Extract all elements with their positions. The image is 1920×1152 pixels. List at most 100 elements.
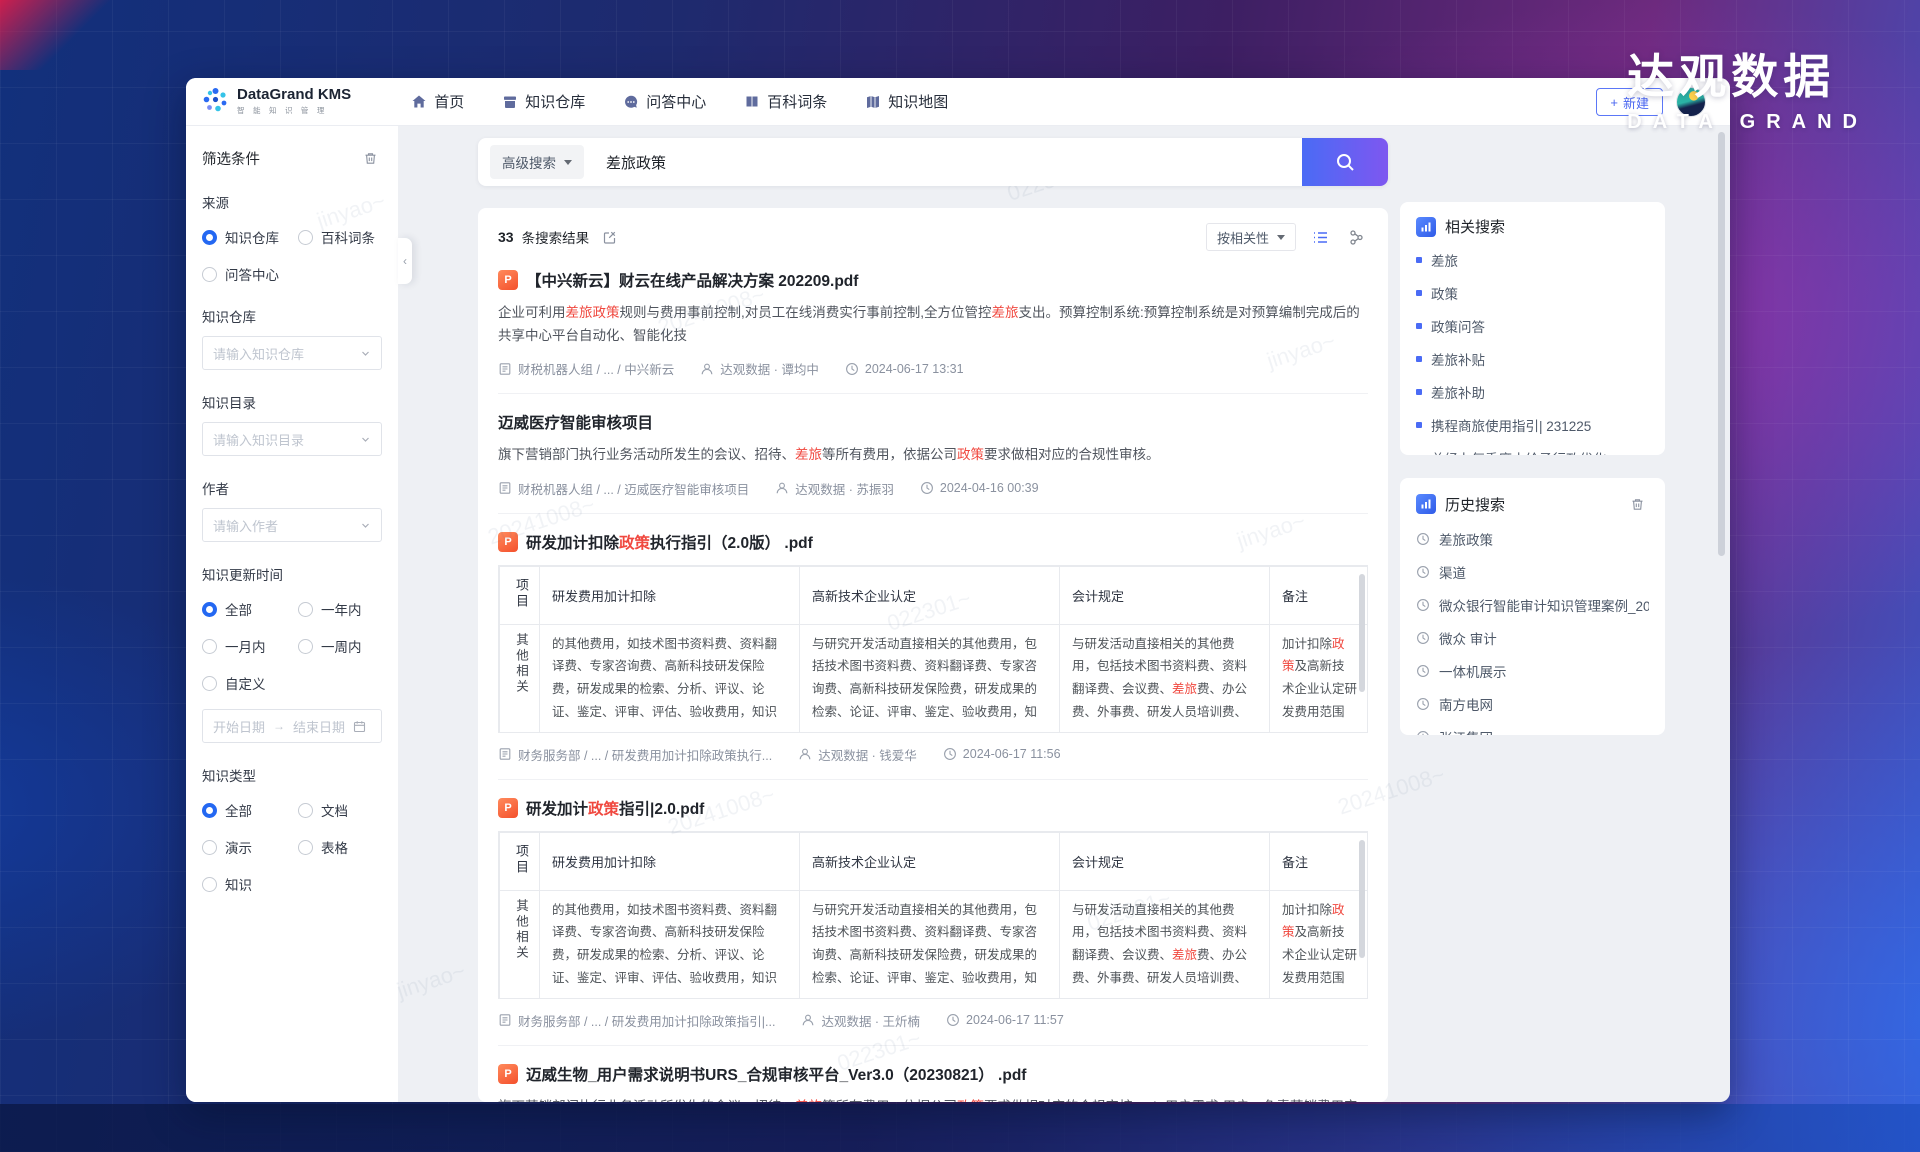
result-item[interactable]: 迈威医疗智能审核项目旗下营销部门执行业务活动所发生的会议、招待、差旅等所有费用，… xyxy=(498,394,1368,513)
table-scrollbar[interactable] xyxy=(1359,840,1365,958)
result-title[interactable]: 迈威医疗智能审核项目 xyxy=(498,411,653,433)
radio-unchecked-icon xyxy=(202,676,217,691)
highlighted-keyword: 差旅 xyxy=(1172,682,1197,696)
result-path-text: 财务服务部 / ... / 研发费用加计扣除政策执行... xyxy=(518,745,772,764)
clock-icon xyxy=(946,1013,960,1027)
nav-item-1[interactable]: 首页 xyxy=(411,91,464,112)
related-search-item[interactable]: 差旅补助 xyxy=(1416,382,1649,402)
table-column-header: 高新技术企业认定 xyxy=(800,832,1060,890)
result-title-row: P研发加计扣除政策执行指引（2.0版） .pdf xyxy=(498,531,1368,553)
user-icon xyxy=(700,362,714,376)
result-time-text: 2024-04-16 00:39 xyxy=(940,481,1039,495)
history-search-item[interactable]: 张江集团 xyxy=(1416,727,1649,735)
result-item[interactable]: P【中兴新云】财云在线产品解决方案 202209.pdf企业可利用差旅政策规则与… xyxy=(498,252,1368,394)
text-segment: 加计扣除 xyxy=(1282,637,1332,651)
table-scrollbar[interactable] xyxy=(1359,574,1365,692)
related-search-item[interactable]: 差旅补贴 xyxy=(1416,349,1649,369)
text-segment: 等所有费用，依据公司 xyxy=(822,1099,957,1102)
table-cell: 与研发活动直接相关的其他费用，包括技术图书资料费、资料翻译费、会议费、差旅费、办… xyxy=(1060,624,1270,733)
search-button[interactable] xyxy=(1302,138,1388,186)
related-search-item[interactable]: 差旅 xyxy=(1416,250,1649,270)
result-title[interactable]: 【中兴新云】财云在线产品解决方案 202209.pdf xyxy=(526,269,858,291)
brand-logo[interactable]: DataGrand KMS 智 能 知 识 管 理 xyxy=(202,86,351,118)
text-segment: 要求做相对应的合规性审核。 xyxy=(984,447,1160,462)
result-path: 财务服务部 / ... / 研发费用加计扣除政策指引|... xyxy=(498,1011,775,1030)
table-column-header: 备注 xyxy=(1270,566,1369,624)
result-snippet: 旗下营销部门执行业务活动所发生的会议、招待、差旅等所有费用，依据公司政策要求做相… xyxy=(498,1095,1368,1102)
time-radio-自定义[interactable]: 自定义 xyxy=(202,673,298,693)
sidebar-collapse-handle[interactable]: ‹ xyxy=(398,238,412,284)
result-time-text: 2024-06-17 11:56 xyxy=(963,747,1061,761)
time-radio-一周内[interactable]: 一周内 xyxy=(298,636,382,656)
advanced-search-dropdown[interactable]: 高级搜索 xyxy=(490,145,584,179)
time-radio-一年内[interactable]: 一年内 xyxy=(298,599,382,619)
sort-dropdown[interactable]: 按相关性 xyxy=(1206,223,1296,251)
text-segment: 的其他费用，如技术图书资料费、资料翻译费、专家咨询费、高新科技研发保险费，研发成… xyxy=(552,903,777,991)
result-meta: 财务服务部 / ... / 研发费用加计扣除政策执行...达观数据 · 钱爱华2… xyxy=(498,745,1368,764)
clear-filters-icon[interactable] xyxy=(358,146,382,170)
text-segment: 研发加计 xyxy=(526,801,588,818)
result-item[interactable]: P研发加计政策指引|2.0.pdf项目研发费用加计扣除高新技术企业认定会计规定备… xyxy=(498,780,1368,1046)
related-search-item[interactable]: 政策 xyxy=(1416,283,1649,303)
type-radio-表格[interactable]: 表格 xyxy=(298,837,382,857)
table-column-header: 备注 xyxy=(1270,832,1369,890)
type-radio-文档[interactable]: 文档 xyxy=(298,800,382,820)
search-input[interactable] xyxy=(606,154,1166,171)
type-radio-演示[interactable]: 演示 xyxy=(202,837,298,857)
result-item[interactable]: P迈威生物_用户需求说明书URS_合规审核平台_Ver3.0（20230821）… xyxy=(498,1046,1368,1102)
list-view-icon[interactable] xyxy=(1308,225,1332,249)
datagrand-logo-cn: 达观数据 xyxy=(1627,38,1868,107)
date-arrow: → xyxy=(273,719,285,733)
directory-select[interactable]: 请输入知识目录 xyxy=(202,422,382,456)
author-select[interactable]: 请输入作者 xyxy=(202,508,382,542)
export-results-icon[interactable] xyxy=(597,225,621,249)
text-segment: 迈威医疗智能审核项目 xyxy=(498,415,653,432)
related-search-item[interactable]: 携程商旅使用指引| 231225 xyxy=(1416,415,1649,435)
table-row-header: 其他相关 xyxy=(500,890,540,999)
history-search-item[interactable]: 一体机展示 xyxy=(1416,661,1649,681)
window-scrollbar[interactable] xyxy=(1718,132,1725,556)
history-search-text: 差旅政策 xyxy=(1439,529,1493,549)
history-search-title: 历史搜索 xyxy=(1445,494,1505,515)
time-radio-全部[interactable]: 全部 xyxy=(202,599,298,619)
bullet-icon xyxy=(1416,290,1422,296)
source-radio-知识仓库[interactable]: 知识仓库 xyxy=(202,227,298,247)
result-title[interactable]: 研发加计扣除政策执行指引（2.0版） .pdf xyxy=(526,531,813,553)
clear-history-icon[interactable] xyxy=(1625,492,1649,516)
results-panel: 33 条搜索结果 按相关性 xyxy=(478,208,1388,1102)
nav-item-2[interactable]: 知识仓库 xyxy=(502,91,585,112)
result-author-text: 达观数据 · 苏振羽 xyxy=(795,479,894,498)
repo-select[interactable]: 请输入知识仓库 xyxy=(202,336,382,370)
time-radio-一月内[interactable]: 一月内 xyxy=(202,636,298,656)
result-item[interactable]: P研发加计扣除政策执行指引（2.0版） .pdf项目研发费用加计扣除高新技术企业… xyxy=(498,514,1368,780)
radio-unchecked-icon xyxy=(202,840,217,855)
text-segment: 的其他费用，如技术图书资料费、资料翻译费、专家咨询费、高新科技研发保险费，研发成… xyxy=(552,637,777,725)
nav-item-4[interactable]: 百科词条 xyxy=(744,91,827,112)
history-search-item[interactable]: 南方电网 xyxy=(1416,694,1649,714)
date-range-input[interactable]: 开始日期 → 结束日期 xyxy=(202,709,382,743)
source-radio-百科词条[interactable]: 百科词条 xyxy=(298,227,382,247)
result-title[interactable]: 迈威生物_用户需求说明书URS_合规审核平台_Ver3.0（20230821） … xyxy=(526,1063,1026,1085)
radio-label: 文档 xyxy=(321,800,348,820)
source-label: 来源 xyxy=(202,192,382,212)
related-search-item[interactable]: 政策问答 xyxy=(1416,316,1649,336)
related-search-item[interactable]: 总经办每季度中给予行政优化 xyxy=(1416,448,1649,455)
nav-item-3[interactable]: 问答中心 xyxy=(623,91,706,112)
nav-item-5[interactable]: 知识地图 xyxy=(865,91,948,112)
radio-unchecked-icon xyxy=(298,602,313,617)
history-search-item[interactable]: 差旅政策 xyxy=(1416,529,1649,549)
result-title[interactable]: 研发加计政策指引|2.0.pdf xyxy=(526,797,704,819)
graph-view-icon[interactable] xyxy=(1344,225,1368,249)
history-search-item[interactable]: 微众银行智能审计知识管理案例_2023080... xyxy=(1416,595,1649,615)
table-cell: 加计扣除政策及高新技术企业认定研发费用范围（不同口径） xyxy=(1270,624,1369,733)
history-search-item[interactable]: 渠道 xyxy=(1416,562,1649,582)
type-radio-知识[interactable]: 知识 xyxy=(202,874,298,894)
home-icon xyxy=(411,94,427,110)
result-meta: 财税机器人组 / ... / 中兴新云达观数据 · 谭均中2024-06-17 … xyxy=(498,359,1368,378)
highlighted-keyword: 差旅 xyxy=(1172,948,1197,962)
table-cell: 与研发活动直接相关的其他费用，包括技术图书资料费、资料翻译费、会议费、差旅费、办… xyxy=(1060,890,1270,999)
source-radio-问答中心[interactable]: 问答中心 xyxy=(202,264,298,284)
history-search-item[interactable]: 微众 审计 xyxy=(1416,628,1649,648)
nav-item-label: 知识地图 xyxy=(888,91,948,112)
type-radio-全部[interactable]: 全部 xyxy=(202,800,298,820)
